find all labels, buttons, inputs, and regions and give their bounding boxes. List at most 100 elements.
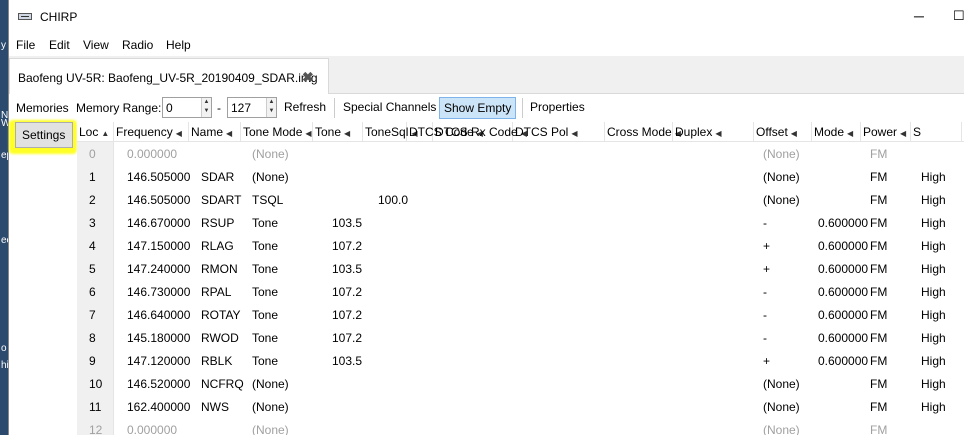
col-frequency-header[interactable]: Frequency ◀ [114, 122, 189, 142]
table-row[interactable]: 6 146.730000 RPAL Tone 107.2 - 0.600000 FM High [77, 280, 964, 303]
cell-loc[interactable]: 12 [89, 423, 102, 435]
cell-duplex[interactable]: - [763, 285, 767, 299]
cell-mode[interactable]: FM [870, 170, 887, 184]
cell-loc[interactable]: 6 [89, 285, 96, 299]
table-row[interactable]: 1 146.505000 SDAR (None) (None) FM High [77, 165, 964, 188]
cell-mode[interactable]: FM [870, 216, 887, 230]
cell-name[interactable]: SDAR [201, 170, 234, 184]
cell-tone[interactable]: 103.5 [332, 216, 362, 230]
cell-power[interactable]: High [921, 285, 946, 299]
cell-tmode[interactable]: Tone [252, 262, 278, 276]
col-loc-header[interactable]: Loc ▲ [77, 122, 114, 142]
cell-mode[interactable]: FM [870, 308, 887, 322]
cell-name[interactable]: NWS [201, 400, 229, 414]
range-end-spinner[interactable]: 127 ▲ ▼ [227, 97, 277, 118]
cell-tmode[interactable]: Tone [252, 239, 278, 253]
cell-duplex[interactable]: - [763, 308, 767, 322]
cell-loc[interactable]: 5 [89, 262, 96, 276]
cell-duplex[interactable]: (None) [763, 423, 800, 435]
table-row[interactable]: 11 162.400000 NWS (None) (None) FM High [77, 395, 964, 418]
cell-tmode[interactable]: (None) [252, 377, 289, 391]
cell-offset[interactable]: 0.600000 [818, 308, 868, 322]
cell-loc[interactable]: 9 [89, 354, 96, 368]
cell-power[interactable]: High [921, 377, 946, 391]
cell-tone[interactable]: 103.5 [332, 354, 362, 368]
cell-mode[interactable]: FM [870, 331, 887, 345]
table-row[interactable]: 5 147.240000 RMON Tone 103.5 +0.600000 FM High [77, 257, 964, 280]
cell-loc[interactable]: 3 [89, 216, 96, 230]
menu-file[interactable]: File [16, 38, 35, 52]
col-tone-header[interactable]: Tone ◀ [313, 122, 363, 142]
cell-freq[interactable]: 146.670000 [127, 216, 190, 230]
cell-mode[interactable]: FM [870, 285, 887, 299]
menu-edit[interactable]: Edit [49, 38, 70, 52]
col-dtcs-pol-header[interactable]: DTCS Pol ◀ [513, 122, 605, 142]
cell-tone[interactable]: 107.2 [332, 331, 362, 345]
cell-tmode[interactable]: Tone [252, 285, 278, 299]
cell-freq[interactable]: 146.505000 [127, 170, 190, 184]
col-mode-header[interactable]: Mode ◀ [812, 122, 861, 142]
col-tonesql-header[interactable]: ToneSql ◀ [363, 122, 418, 142]
table-row[interactable]: 7 146.640000 ROTAY Tone 107.2 - 0.600000 FM High [77, 303, 964, 326]
cell-loc[interactable]: 7 [89, 308, 96, 322]
cell-mode[interactable]: FM [870, 400, 887, 414]
properties-button[interactable]: Properties [526, 97, 589, 119]
table-row[interactable]: 3 146.670000 RSUP Tone 103.5 - 0.600000 FM High [77, 211, 964, 234]
cell-duplex[interactable]: (None) [763, 193, 800, 207]
cell-duplex[interactable]: - [763, 331, 767, 345]
cell-name[interactable]: NCFRQ [201, 377, 244, 391]
cell-mode[interactable]: FM [870, 262, 887, 276]
cell-tmode[interactable]: Tone [252, 308, 278, 322]
cell-duplex[interactable]: + [763, 262, 770, 276]
col-tone-mode-header[interactable]: Tone Mode ◀ [241, 122, 313, 142]
menu-help[interactable]: Help [166, 38, 191, 52]
menu-radio[interactable]: Radio [122, 38, 153, 52]
minimize-icon[interactable]: ─ [914, 8, 924, 24]
cell-freq[interactable]: 146.505000 [127, 193, 190, 207]
cell-tsql[interactable]: 100.0 [378, 193, 408, 207]
col-offset-header[interactable]: Offset ◀ [754, 122, 812, 142]
cell-freq[interactable]: 146.520000 [127, 377, 190, 391]
cell-tmode[interactable]: (None) [252, 423, 289, 435]
cell-mode[interactable]: FM [870, 354, 887, 368]
cell-mode[interactable]: FM [870, 423, 887, 435]
cell-freq[interactable]: 0.000000 [127, 147, 177, 161]
settings-button[interactable]: Settings [15, 122, 73, 148]
col-dtcs-rx-code-header[interactable]: DTCS Rx Code ◀ [433, 122, 527, 142]
table-row[interactable]: 0 0.000000 (None) (None) FM [77, 142, 964, 165]
cell-mode[interactable]: FM [870, 147, 887, 161]
cell-duplex[interactable]: (None) [763, 147, 800, 161]
cell-loc[interactable]: 4 [89, 239, 96, 253]
cell-name[interactable]: RWOD [201, 331, 239, 345]
cell-power[interactable]: High [921, 400, 946, 414]
cell-name[interactable]: RSUP [201, 216, 234, 230]
cell-tmode[interactable]: Tone [252, 354, 278, 368]
show-empty-toggle[interactable]: Show Empty [439, 97, 517, 119]
tab-radio-image[interactable]: Baofeng UV-5R: Baofeng_UV-5R_20190409_SD… [9, 58, 329, 94]
cell-power[interactable]: High [921, 354, 946, 368]
maximize-icon[interactable]: ☐ [953, 8, 964, 24]
cell-loc[interactable]: 11 [89, 400, 101, 414]
cell-duplex[interactable]: + [763, 354, 770, 368]
cell-loc[interactable]: 10 [89, 377, 102, 391]
cell-name[interactable]: RPAL [201, 285, 231, 299]
cell-power[interactable]: High [921, 262, 946, 276]
range-start-spinner[interactable]: 0 ▲ ▼ [162, 97, 212, 118]
cell-tone[interactable]: 107.2 [332, 308, 362, 322]
menu-view[interactable]: View [83, 38, 109, 52]
cell-duplex[interactable]: (None) [763, 170, 800, 184]
cell-tmode[interactable]: (None) [252, 170, 289, 184]
close-icon[interactable]: ✖ [302, 69, 314, 86]
cell-name[interactable]: RMON [201, 262, 238, 276]
cell-freq[interactable]: 0.000000 [127, 423, 177, 435]
cell-freq[interactable]: 145.180000 [127, 331, 190, 345]
cell-freq[interactable]: 147.240000 [127, 262, 190, 276]
cell-power[interactable]: High [921, 170, 946, 184]
col-power-header[interactable]: Power ◀ [861, 122, 911, 142]
cell-tone[interactable]: 103.5 [332, 262, 362, 276]
cell-duplex[interactable]: (None) [763, 400, 800, 414]
cell-offset[interactable]: 0.600000 [818, 262, 868, 276]
cell-power[interactable]: High [921, 193, 946, 207]
special-channels-button[interactable]: Special Channels [339, 97, 440, 119]
col-duplex-header[interactable]: Duplex ◀ [673, 122, 754, 142]
